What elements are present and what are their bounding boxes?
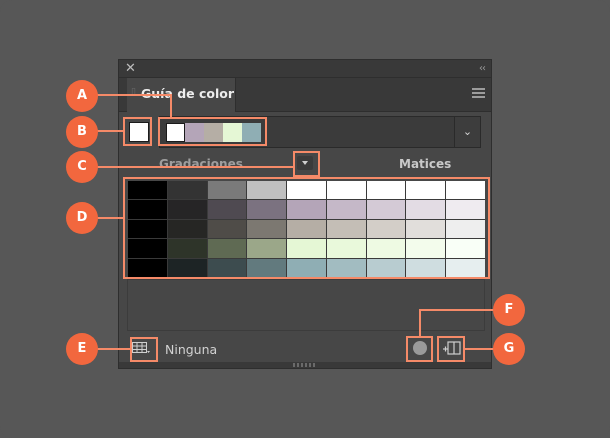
callout-line-g — [465, 348, 495, 350]
callout-badge-a: A — [66, 80, 98, 112]
callout-badge-e: E — [66, 333, 98, 365]
screenshot-frame: ✕ ‹‹ ▯ Guía de color ⌄ Gradaciones Matic… — [0, 0, 610, 438]
callout-highlight-a — [158, 117, 267, 146]
callout-line-a2 — [170, 94, 172, 117]
callout-badge-d: D — [66, 202, 98, 234]
panel-bottom-bar: Ninguna — [119, 330, 491, 362]
label-matices: Matices — [399, 157, 452, 171]
callout-line-c — [96, 166, 293, 168]
callout-highlight-b — [123, 117, 152, 146]
callout-line-b — [96, 130, 123, 132]
panel-tab-strip: ▯ Guía de color — [119, 78, 491, 112]
callout-line-a — [96, 94, 172, 96]
grid-empty-area — [127, 279, 485, 331]
color-group-label: Ninguna — [165, 342, 218, 357]
callout-line-d — [96, 217, 123, 219]
callout-highlight-e — [130, 337, 158, 362]
collapse-panel-icon[interactable]: ‹‹ — [479, 60, 486, 77]
callout-badge-b: B — [66, 116, 98, 148]
callout-highlight-g — [437, 336, 465, 362]
panel-title-bar[interactable]: ✕ ‹‹ — [119, 60, 491, 78]
callout-badge-f: F — [493, 294, 525, 326]
callout-badge-c: C — [66, 151, 98, 183]
close-icon[interactable]: ✕ — [125, 60, 136, 77]
label-gradaciones: Gradaciones — [159, 157, 243, 171]
callout-highlight-c — [293, 151, 320, 177]
chevron-down-icon[interactable]: ⌄ — [454, 117, 480, 147]
panel-resize-grip[interactable] — [119, 362, 491, 368]
hamburger-menu-icon[interactable] — [472, 88, 485, 100]
callout-line-f2 — [419, 309, 421, 336]
callout-highlight-d — [123, 177, 490, 279]
callout-badge-g: G — [493, 333, 525, 365]
callout-line-e — [96, 348, 130, 350]
callout-highlight-f — [406, 336, 433, 362]
